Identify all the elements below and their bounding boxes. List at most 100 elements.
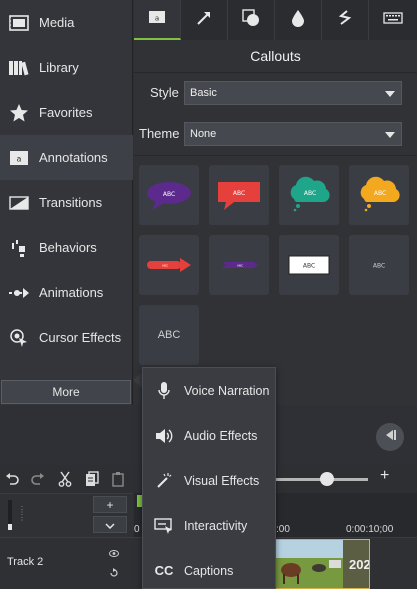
tab-shapes[interactable] [228, 0, 275, 40]
ruler-label: 0:00:10;00 [346, 524, 394, 535]
sidebar-item-annotations[interactable]: a Annotations [0, 135, 133, 180]
sidebar-item-media[interactable]: Media [0, 0, 133, 45]
cut-icon[interactable] [57, 471, 73, 487]
sidebar-item-behaviors[interactable]: Behaviors [0, 225, 133, 270]
sidebar-item-label: Annotations [39, 150, 108, 165]
sidebar-item-label: Media [39, 15, 75, 30]
zoom-slider-track[interactable] [268, 478, 368, 481]
track-options-button[interactable] [93, 516, 127, 533]
popup-pointer [133, 372, 142, 388]
track-toggles [108, 544, 120, 584]
interactivity-icon [153, 515, 175, 537]
callout-text: ABC [237, 263, 243, 267]
skip-back-icon [383, 428, 397, 446]
callout-tile-purple-arrow[interactable]: ABC [209, 235, 269, 295]
sidebar: Media Library Favorites a Annotations Tr… [0, 0, 133, 405]
tab-arrows[interactable] [181, 0, 228, 40]
sidebar-item-label: Library [39, 60, 79, 75]
star-icon [8, 102, 30, 124]
annotation-icon: a [8, 147, 30, 169]
eye-icon[interactable] [109, 544, 119, 562]
cursor-icon [8, 327, 30, 349]
callout-tile-purple-speech[interactable]: ABC [139, 165, 199, 225]
sidebar-item-transitions[interactable]: Transitions [0, 180, 133, 225]
style-label: Style [150, 85, 179, 100]
sidebar-item-label: Cursor Effects [39, 330, 122, 345]
keyboard-icon [382, 11, 403, 29]
callout-tile-red-arrow[interactable]: ABC [139, 235, 199, 295]
callout-text: ABC [373, 263, 385, 270]
app-window: Media Library Favorites a Annotations Tr… [0, 0, 417, 589]
menu-item-label: Voice Narration [184, 383, 270, 398]
menu-item-voice-narration[interactable]: Voice Narration [143, 368, 277, 413]
speaker-icon [153, 425, 175, 447]
add-track-button[interactable]: + [93, 496, 127, 513]
cc-icon: CC [154, 563, 174, 578]
clip-label: 202 [349, 557, 370, 572]
callout-text: ABC [162, 264, 168, 268]
film-icon [8, 12, 30, 34]
callout-tile-red-speech[interactable]: ABC [209, 165, 269, 225]
white-box-callout: ABC [288, 255, 330, 275]
theme-value: None [190, 128, 217, 140]
theme-label: Theme [139, 126, 180, 141]
style-value: Basic [190, 87, 217, 99]
svg-text:a: a [155, 14, 159, 22]
tab-sketch-motion[interactable] [322, 0, 369, 40]
purple-arrow-callout: ABC [222, 262, 258, 268]
menu-item-label: Audio Effects [184, 428, 258, 443]
annotation-tabs: a [134, 0, 417, 40]
callout-tab-icon: a [148, 10, 166, 29]
magic-wand-icon [153, 470, 175, 492]
callouts-panel: Callouts Style Basic Theme None ABC ABC [134, 40, 417, 405]
menu-item-interactivity[interactable]: Interactivity [143, 503, 277, 548]
tab-blur[interactable] [275, 0, 322, 40]
callout-text: ABC [163, 191, 175, 198]
svg-text:a: a [17, 154, 22, 163]
redo-icon[interactable] [30, 471, 46, 487]
red-speech-callout: ABC [218, 182, 260, 210]
callout-tile-white-box[interactable]: ABC [279, 235, 339, 295]
more-popup-menu: Voice Narration Audio Effects Visual Eff… [142, 367, 276, 589]
sidebar-item-favorites[interactable]: Favorites [0, 90, 133, 135]
undo-icon[interactable] [4, 471, 20, 487]
sidebar-item-cursor-effects[interactable]: Cursor Effects [0, 315, 133, 360]
tab-callouts[interactable]: a [134, 0, 181, 40]
collapse-panel-button[interactable] [376, 423, 404, 451]
menu-item-visual-effects[interactable]: Visual Effects [143, 458, 277, 503]
menu-item-audio-effects[interactable]: Audio Effects [143, 413, 277, 458]
divider [134, 155, 417, 156]
chevron-down-icon [385, 91, 395, 97]
more-button[interactable]: More [1, 380, 131, 404]
rotate-icon[interactable] [109, 565, 119, 583]
panel-title: Callouts [134, 40, 417, 73]
track-controls: ⋮ ⋮ + [0, 493, 133, 537]
callout-tile-yellow-cloud[interactable]: ABC [349, 165, 409, 225]
clip-thumbnail [273, 540, 343, 588]
sketch-motion-icon [337, 9, 353, 32]
zoom-slider-thumb[interactable] [320, 472, 334, 486]
paste-icon[interactable] [110, 471, 126, 487]
shape-tab-icon [242, 8, 260, 32]
zoom-in-button[interactable]: + [380, 467, 389, 485]
tab-keystroke[interactable] [369, 0, 416, 40]
teal-cloud-callout: ABC [290, 176, 330, 212]
callout-tile-teal-cloud[interactable]: ABC [279, 165, 339, 225]
style-select[interactable]: Basic [184, 81, 402, 105]
sidebar-item-animations[interactable]: Animations [0, 270, 133, 315]
menu-item-label: Interactivity [184, 518, 248, 533]
behaviors-icon [8, 237, 30, 259]
drag-handle-icon[interactable]: ⋮ ⋮ [18, 506, 26, 522]
callout-text: ABC [374, 190, 386, 197]
sidebar-item-label: Favorites [39, 105, 93, 120]
copy-icon[interactable] [84, 471, 100, 487]
menu-item-label: Visual Effects [184, 473, 260, 488]
callout-tile-text[interactable]: ABC [349, 235, 409, 295]
menu-item-captions[interactable]: CC Captions [143, 548, 277, 589]
callout-tile-large-text[interactable]: ABC [139, 305, 199, 365]
theme-select[interactable]: None [184, 122, 402, 146]
yellow-cloud-callout: ABC [360, 176, 400, 212]
sidebar-item-library[interactable]: Library [0, 45, 133, 90]
media-clip[interactable]: 202 [272, 539, 370, 589]
text-callout: ABC [373, 263, 385, 270]
